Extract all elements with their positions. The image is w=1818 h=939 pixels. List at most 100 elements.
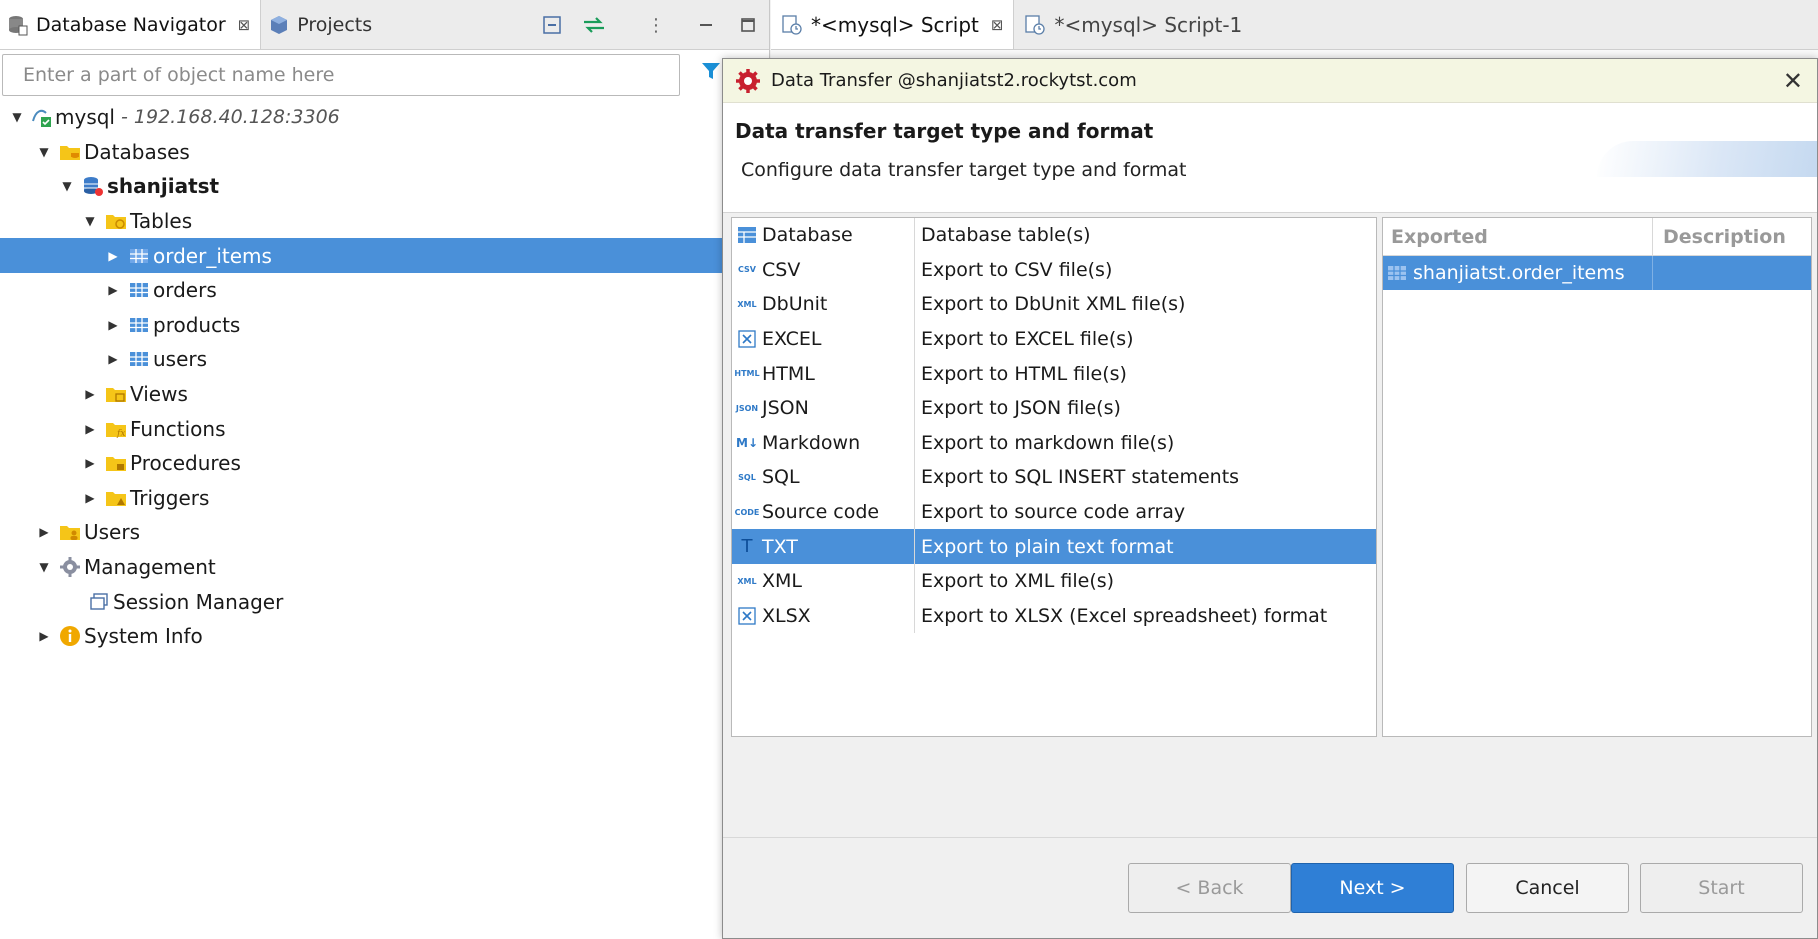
tree-node-table-users[interactable]: ▶ users <box>0 342 769 377</box>
format-description: Export to EXCEL file(s) <box>921 328 1134 351</box>
expanded-triangle-icon[interactable]: ▼ <box>35 558 53 576</box>
format-row-csv[interactable]: CSV CSV Export to CSV file(s) <box>732 252 1376 288</box>
tree-node-functions[interactable]: ▶ fx Functions <box>0 411 769 446</box>
tree-node-table-order-items[interactable]: ▶ order_items <box>0 238 769 273</box>
tab-mysql-script-1[interactable]: *<mysql> Script-1 <box>1014 0 1252 49</box>
editor-tabs: *<mysql> Script ⊠ *<mysql> Script-1 <box>771 0 1818 50</box>
vertical-dots-icon: ⋮ <box>647 14 665 36</box>
collapse-all-button[interactable] <box>531 5 573 45</box>
tree-node-triggers[interactable]: ▶ Triggers <box>0 481 769 516</box>
tree-node-tables[interactable]: ▼ Tables <box>0 204 769 239</box>
dialog-title: Data Transfer @shanjiatst2.rockytst.com <box>771 70 1137 91</box>
tree-node-management[interactable]: ▼ Management <box>0 550 769 585</box>
expanded-triangle-icon[interactable]: ▼ <box>81 212 99 230</box>
minimize-button[interactable] <box>685 5 727 45</box>
info-icon <box>59 625 81 647</box>
collapsed-triangle-icon[interactable]: ▶ <box>81 454 99 472</box>
tree-node-table-products[interactable]: ▶ products <box>0 308 769 343</box>
svg-text:fx: fx <box>116 429 125 439</box>
format-description: Export to CSV file(s) <box>921 258 1113 281</box>
tab-mysql-script[interactable]: *<mysql> Script ⊠ <box>771 0 1015 49</box>
exported-objects-table: Exported Description shanjiatst.order_it… <box>1382 217 1812 737</box>
table-icon <box>128 348 150 370</box>
expanded-triangle-icon[interactable]: ▼ <box>58 177 76 195</box>
collapsed-triangle-icon[interactable]: ▶ <box>81 420 99 438</box>
collapsed-triangle-icon[interactable]: ▶ <box>104 316 122 334</box>
format-row-markdown[interactable]: M↓ Markdown Export to markdown file(s) <box>732 425 1376 461</box>
json-icon: JSON <box>735 403 759 413</box>
collapsed-triangle-icon[interactable]: ▶ <box>35 627 53 645</box>
close-dialog-icon[interactable]: ✕ <box>1783 67 1803 95</box>
format-row-xlsx[interactable]: XLSX Export to XLSX (Excel spreadsheet) … <box>732 598 1376 634</box>
table-label: order_items <box>153 243 272 268</box>
collapsed-triangle-icon[interactable]: ▶ <box>104 281 122 299</box>
database-navigator-icon <box>8 14 28 36</box>
collapsed-triangle-icon[interactable]: ▶ <box>35 523 53 541</box>
tree-node-table-orders[interactable]: ▶ orders <box>0 273 769 308</box>
excel-icon <box>736 328 758 350</box>
tree-node-users[interactable]: ▶ Users <box>0 515 769 550</box>
dbeaver-gear-icon <box>735 68 761 94</box>
header-decoration <box>1597 141 1817 177</box>
format-name: TXT <box>762 535 798 558</box>
next-button[interactable]: Next > <box>1291 863 1454 913</box>
collapsed-triangle-icon[interactable]: ▶ <box>81 489 99 507</box>
object-name-search-input[interactable] <box>2 54 680 96</box>
collapsed-triangle-icon[interactable]: ▶ <box>81 385 99 403</box>
cancel-button[interactable]: Cancel <box>1466 863 1629 913</box>
procedures-folder-icon <box>105 452 127 474</box>
collapsed-triangle-icon[interactable]: ▶ <box>104 350 122 368</box>
functions-folder-icon: fx <box>105 418 127 440</box>
tree-node-mysql-connection[interactable]: ▼ mysql - 192.168.40.128:3306 <box>0 100 769 135</box>
format-row-source-code[interactable]: CODE Source code Export to source code ar… <box>732 494 1376 530</box>
tab-projects[interactable]: Projects <box>261 0 382 49</box>
view-menu-button[interactable]: ⋮ <box>635 5 677 45</box>
close-tab-icon[interactable]: ⊠ <box>238 16 251 34</box>
filter-icon[interactable] <box>700 60 722 82</box>
table-icon <box>128 314 150 336</box>
tree-node-session-manager[interactable]: Session Manager <box>0 584 769 619</box>
back-button[interactable]: < Back <box>1128 863 1291 913</box>
mysql-connection-icon <box>30 106 52 128</box>
column-header-exported[interactable]: Exported <box>1383 218 1653 255</box>
target-format-list: Database Database table(s) CSV CSV Export… <box>731 217 1377 737</box>
expanded-triangle-icon[interactable]: ▼ <box>35 143 53 161</box>
close-tab-icon[interactable]: ⊠ <box>991 16 1004 34</box>
tree-node-procedures[interactable]: ▶ Procedures <box>0 446 769 481</box>
format-name: Markdown <box>762 431 861 454</box>
tables-label: Tables <box>130 209 193 234</box>
start-button[interactable]: Start <box>1640 863 1803 913</box>
format-row-excel[interactable]: EXCEL Export to EXCEL file(s) <box>732 321 1376 357</box>
database-navigator-panel: Database Navigator ⊠ Projects ⋮ Enter a … <box>0 0 770 939</box>
tab-database-navigator[interactable]: Database Navigator ⊠ <box>0 0 262 49</box>
triggers-folder-icon <box>105 487 127 509</box>
users-label: Users <box>84 520 141 545</box>
tree-node-databases[interactable]: ▼ Databases <box>0 135 769 170</box>
format-row-html[interactable]: HTML HTML Export to HTML file(s) <box>732 356 1376 391</box>
format-name: XML <box>762 570 802 593</box>
column-header-description[interactable]: Description <box>1653 218 1786 255</box>
tree-node-views[interactable]: ▶ Views <box>0 377 769 412</box>
format-row-sql[interactable]: SQL SQL Export to SQL INSERT statements <box>732 460 1376 495</box>
format-row-txt[interactable]: T TXT Export to plain text format <box>732 529 1376 564</box>
format-row-database[interactable]: Database Database table(s) <box>732 218 1376 253</box>
html-icon: HTML <box>734 369 760 379</box>
maximize-button[interactable] <box>727 5 769 45</box>
format-row-xml[interactable]: XML XML Export to XML file(s) <box>732 563 1376 599</box>
link-with-editor-button[interactable] <box>573 5 615 45</box>
csv-icon: CSV <box>738 265 756 275</box>
expanded-triangle-icon[interactable]: ▼ <box>8 108 26 126</box>
projects-icon <box>269 15 289 35</box>
database-table-icon <box>736 224 758 246</box>
table-row[interactable]: shanjiatst.order_items <box>1383 256 1811 290</box>
users-folder-icon <box>59 521 81 543</box>
table-icon <box>1387 264 1407 282</box>
databases-label: Databases <box>84 139 190 164</box>
tree-node-schema-shanjiatst[interactable]: ▼ shanjiatst <box>0 169 769 204</box>
format-row-dbunit[interactable]: XML DbUnit Export to DbUnit XML file(s) <box>732 287 1376 322</box>
format-row-json[interactable]: JSON JSON Export to JSON file(s) <box>732 390 1376 426</box>
tree-node-system-info[interactable]: ▶ System Info <box>0 619 769 654</box>
dialog-title-bar: Data Transfer @shanjiatst2.rockytst.com … <box>723 59 1817 103</box>
collapsed-triangle-icon[interactable]: ▶ <box>104 247 122 265</box>
table-label: users <box>153 347 208 372</box>
